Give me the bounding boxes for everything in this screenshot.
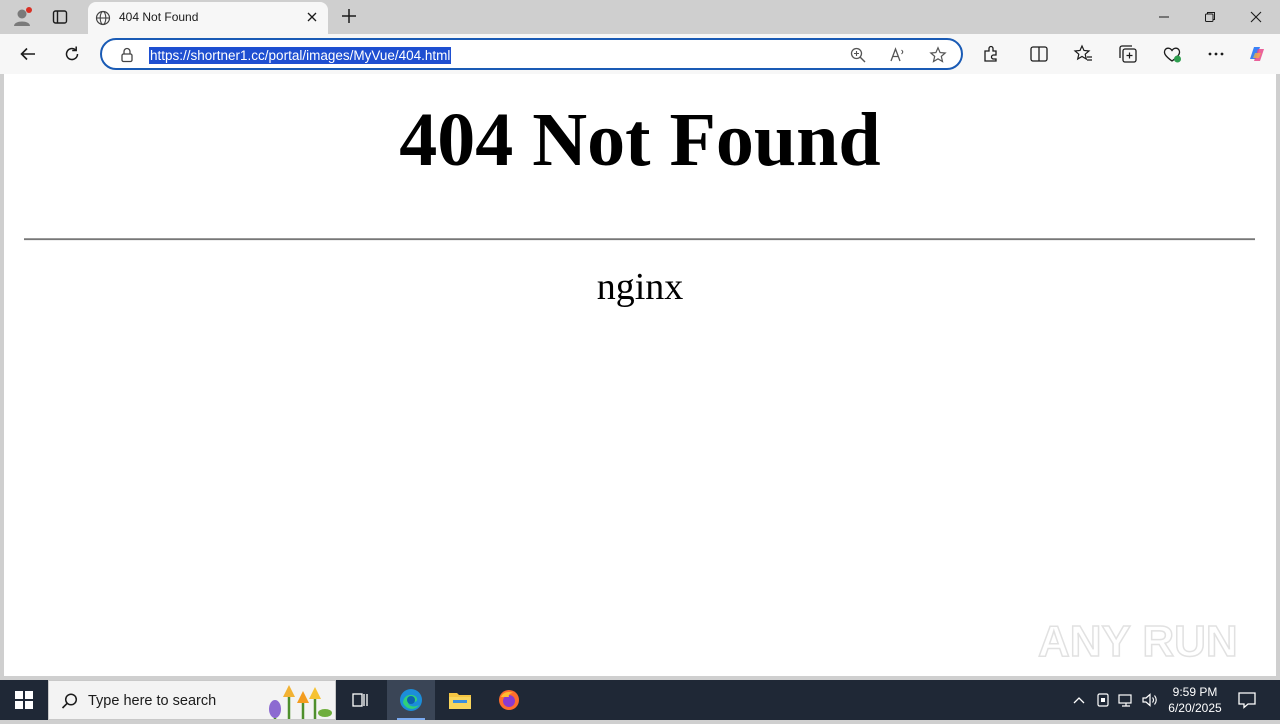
browser-toolbar: https://shortner1.cc/portal/images/MyVue… xyxy=(0,34,1280,74)
minimize-icon[interactable] xyxy=(1141,0,1187,34)
browser-essentials-icon[interactable] xyxy=(1161,43,1183,65)
clock-date: 6/20/2025 xyxy=(1168,701,1222,715)
taskbar-search[interactable]: Type here to search xyxy=(48,680,336,720)
tab-actions-icon[interactable] xyxy=(46,4,74,30)
collections-icon[interactable] xyxy=(1117,43,1139,65)
url-text[interactable]: https://shortner1.cc/portal/images/MyVue… xyxy=(149,47,452,64)
read-aloud-icon[interactable] xyxy=(889,46,907,64)
taskbar-clock[interactable]: 9:59 PM 6/20/2025 xyxy=(1160,684,1230,716)
lock-icon[interactable] xyxy=(118,46,136,64)
network-icon[interactable] xyxy=(1116,690,1136,710)
page-viewport: 404 Not Found nginx ANY RUN xyxy=(4,74,1276,676)
new-tab-icon[interactable] xyxy=(338,5,360,27)
close-window-icon[interactable] xyxy=(1233,0,1279,34)
horizontal-rule xyxy=(24,238,1255,241)
restore-icon[interactable] xyxy=(1187,0,1233,34)
zoom-icon[interactable] xyxy=(849,46,867,64)
tab-strip: 404 Not Found xyxy=(0,0,1280,34)
search-placeholder: Type here to search xyxy=(88,693,217,709)
back-icon[interactable] xyxy=(14,40,42,68)
flowers-decoration-icon xyxy=(255,683,335,724)
profile-icon[interactable] xyxy=(8,4,36,30)
clock-time: 9:59 PM xyxy=(1172,685,1218,699)
search-icon xyxy=(61,692,79,715)
tab-title: 404 Not Found xyxy=(119,10,199,24)
favorite-star-icon[interactable] xyxy=(929,46,947,64)
favorites-icon[interactable] xyxy=(1072,43,1094,65)
page-heading: 404 Not Found xyxy=(399,98,881,182)
notification-icon[interactable] xyxy=(1236,689,1258,711)
close-tab-icon[interactable] xyxy=(304,9,320,25)
chevron-up-icon[interactable] xyxy=(1069,690,1089,710)
anyrun-watermark: ANY RUN xyxy=(1037,608,1238,668)
taskbar: Type here to search 9:59 PM 6/20/2025 xyxy=(0,680,1280,720)
server-name: nginx xyxy=(596,266,684,308)
device-icon[interactable] xyxy=(1093,690,1113,710)
windows-start-icon[interactable] xyxy=(0,680,48,720)
task-view-icon[interactable] xyxy=(336,680,384,720)
watermark-text: ANY RUN xyxy=(1038,617,1238,666)
edge-taskbar-icon[interactable] xyxy=(387,680,435,720)
tab-active[interactable]: 404 Not Found xyxy=(88,2,328,34)
firefox-icon[interactable] xyxy=(485,680,533,720)
copilot-icon[interactable] xyxy=(1246,43,1268,65)
refresh-icon[interactable] xyxy=(58,40,86,68)
volume-icon[interactable] xyxy=(1140,690,1160,710)
more-options-icon[interactable] xyxy=(1205,43,1227,65)
split-screen-icon[interactable] xyxy=(1028,43,1050,65)
address-bar[interactable]: https://shortner1.cc/portal/images/MyVue… xyxy=(100,38,963,70)
file-explorer-icon[interactable] xyxy=(436,680,484,720)
globe-icon xyxy=(95,10,111,31)
extensions-icon[interactable] xyxy=(980,43,1002,65)
